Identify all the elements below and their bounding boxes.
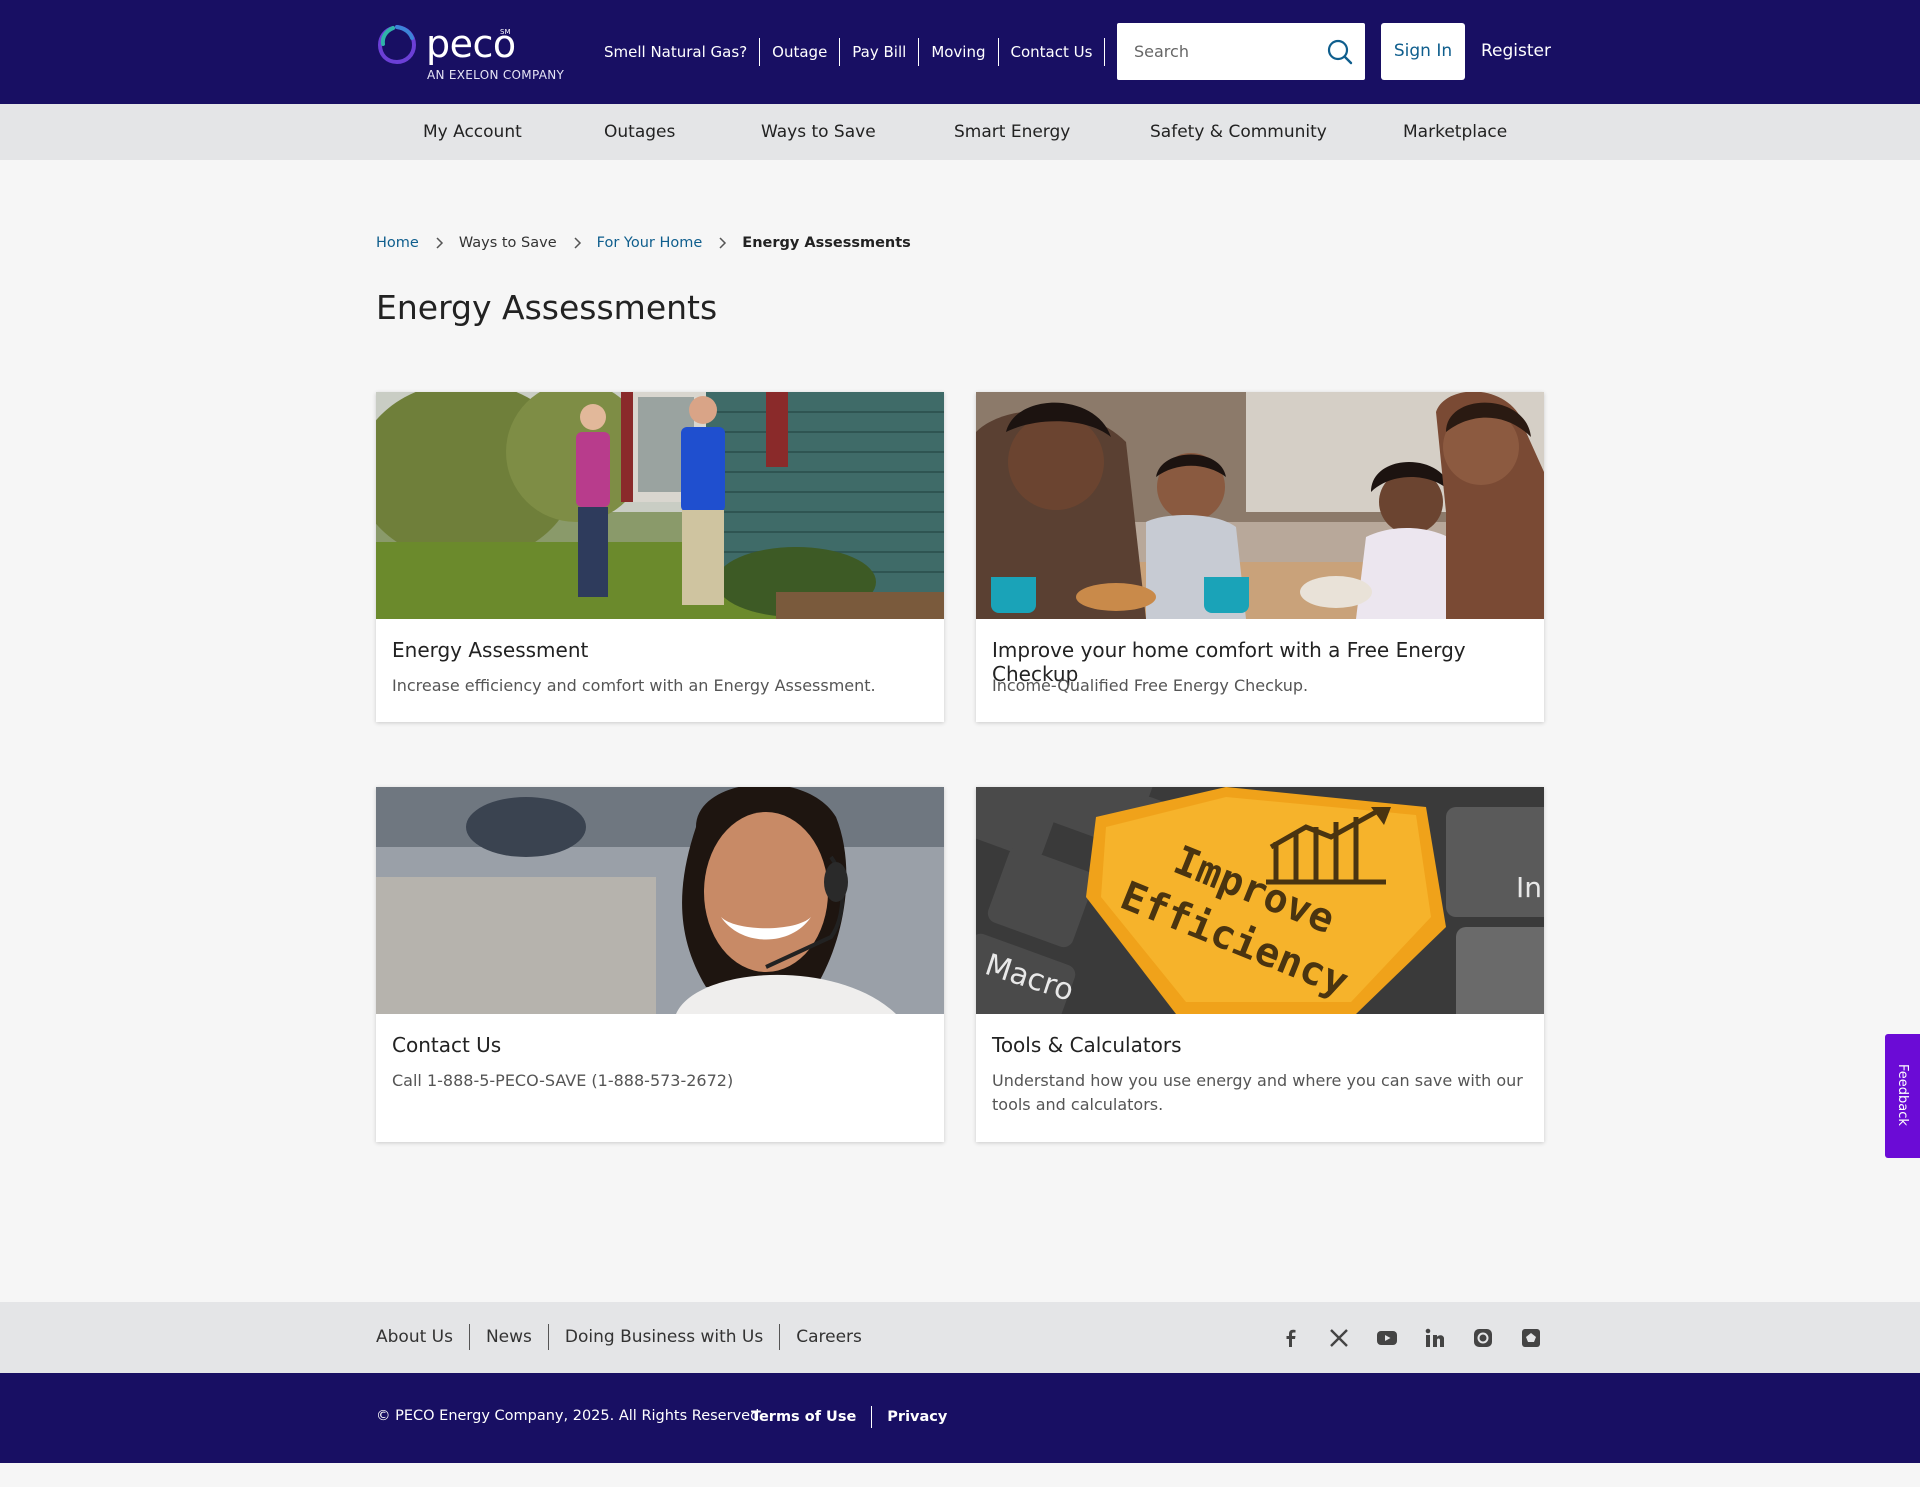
peco-logo-icon — [377, 25, 417, 65]
linkedin-icon[interactable] — [1424, 1327, 1446, 1349]
search-input[interactable] — [1117, 23, 1322, 80]
flickr-icon[interactable] — [1520, 1327, 1542, 1349]
chevron-right-icon — [574, 237, 581, 249]
card-title[interactable]: Contact Us — [392, 1033, 501, 1057]
privacy-link[interactable]: Privacy — [871, 1406, 962, 1428]
page: peco SM AN EXELON COMPANY Smell Natural … — [0, 0, 1920, 1487]
card-title[interactable]: Energy Assessment — [392, 638, 588, 662]
utility-link-outage[interactable]: Outage — [759, 38, 839, 66]
breadcrumb-for-your-home[interactable]: For Your Home — [597, 235, 703, 251]
site-header: peco SM AN EXELON COMPANY Smell Natural … — [0, 0, 1920, 104]
page-title: Energy Assessments — [376, 288, 718, 327]
feedback-tab[interactable]: Feedback — [1885, 1034, 1920, 1158]
nav-item-my-account[interactable]: My Account — [423, 104, 522, 160]
feedback-label: Feedback — [1895, 1064, 1910, 1126]
search-icon[interactable] — [1325, 37, 1355, 67]
instagram-icon[interactable] — [1472, 1327, 1494, 1349]
main-nav: My Account Outages Ways to Save Smart En… — [0, 104, 1920, 160]
utility-nav: Smell Natural Gas? Outage Pay Bill Movin… — [604, 36, 1159, 68]
peco-logo[interactable]: peco SM AN EXELON COMPANY — [376, 22, 576, 84]
customer-service-agent-image — [376, 787, 944, 1014]
sign-in-button[interactable]: Sign In — [1381, 23, 1465, 80]
breadcrumb-ways-to-save[interactable]: Ways to Save — [459, 235, 557, 251]
nav-item-ways-to-save[interactable]: Ways to Save — [761, 104, 876, 160]
card-image — [376, 787, 944, 1014]
search-box — [1117, 23, 1365, 80]
logo-sm-mark: SM — [500, 28, 511, 36]
register-link[interactable]: Register — [1481, 23, 1551, 80]
card-image — [976, 392, 1544, 619]
footer-links-bar: About Us News Doing Business with Us Car… — [0, 1302, 1920, 1373]
card-title[interactable]: Tools & Calculators — [992, 1033, 1182, 1057]
footer-link-doing-business[interactable]: Doing Business with Us — [547, 1324, 779, 1350]
breadcrumb-current: Energy Assessments — [742, 235, 911, 251]
card-energy-assessment[interactable]: Energy Assessment Increase efficiency an… — [376, 392, 944, 722]
card-image — [376, 392, 944, 619]
card-image: Improve Efficiency Macro In — [976, 787, 1544, 1014]
nav-item-safety-community[interactable]: Safety & Community — [1150, 104, 1327, 160]
footer-link-news[interactable]: News — [468, 1324, 548, 1350]
chevron-right-icon — [436, 237, 443, 249]
youtube-icon[interactable] — [1376, 1327, 1398, 1349]
social-links — [1280, 1327, 1542, 1351]
nav-item-marketplace[interactable]: Marketplace — [1403, 104, 1507, 160]
chevron-right-icon — [719, 237, 727, 249]
footer-link-about-us[interactable]: About Us — [376, 1324, 469, 1350]
improve-efficiency-keyboard-image: Improve Efficiency Macro In — [976, 787, 1544, 1014]
family-breakfast-image — [976, 392, 1544, 619]
utility-link-smell-gas[interactable]: Smell Natural Gas? — [604, 38, 759, 66]
legal-links: Terms of Use Privacy — [734, 1406, 962, 1428]
terms-of-use-link[interactable]: Terms of Use — [734, 1406, 871, 1428]
card-description: Understand how you use energy and where … — [992, 1071, 1523, 1114]
breadcrumb: Home Ways to Save For Your Home Energy A… — [376, 233, 911, 253]
footer-link-careers[interactable]: Careers — [779, 1324, 878, 1350]
nav-item-smart-energy[interactable]: Smart Energy — [954, 104, 1070, 160]
facebook-icon[interactable] — [1280, 1327, 1302, 1349]
card-tools-calculators[interactable]: Improve Efficiency Macro In Tools & Calc… — [976, 787, 1544, 1142]
utility-link-moving[interactable]: Moving — [918, 38, 997, 66]
card-description: Income-Qualified Free Energy Checkup. — [992, 676, 1309, 695]
card-description: Increase efficiency and comfort with an … — [392, 676, 876, 695]
x-icon[interactable] — [1328, 1327, 1350, 1349]
utility-link-pay-bill[interactable]: Pay Bill — [839, 38, 918, 66]
key-text-in: In — [1516, 871, 1542, 904]
card-free-energy-checkup[interactable]: Improve your home comfort with a Free En… — [976, 392, 1544, 722]
nav-item-outages[interactable]: Outages — [604, 104, 675, 160]
logo-tagline: AN EXELON COMPANY — [427, 68, 565, 82]
copyright-text: © PECO Energy Company, 2025. All Rights … — [376, 1408, 764, 1424]
footer-nav: About Us News Doing Business with Us Car… — [376, 1324, 878, 1350]
utility-link-contact-us[interactable]: Contact Us — [997, 38, 1105, 66]
card-contact-us[interactable]: Contact Us Call 1-888-5-PECO-SAVE (1-888… — [376, 787, 944, 1142]
homeowner-handshake-image — [376, 392, 944, 619]
card-description: Call 1-888-5-PECO-SAVE (1-888-573-2672) — [392, 1071, 734, 1090]
breadcrumb-home[interactable]: Home — [376, 235, 419, 251]
footer-bottom: © PECO Energy Company, 2025. All Rights … — [0, 1373, 1920, 1463]
